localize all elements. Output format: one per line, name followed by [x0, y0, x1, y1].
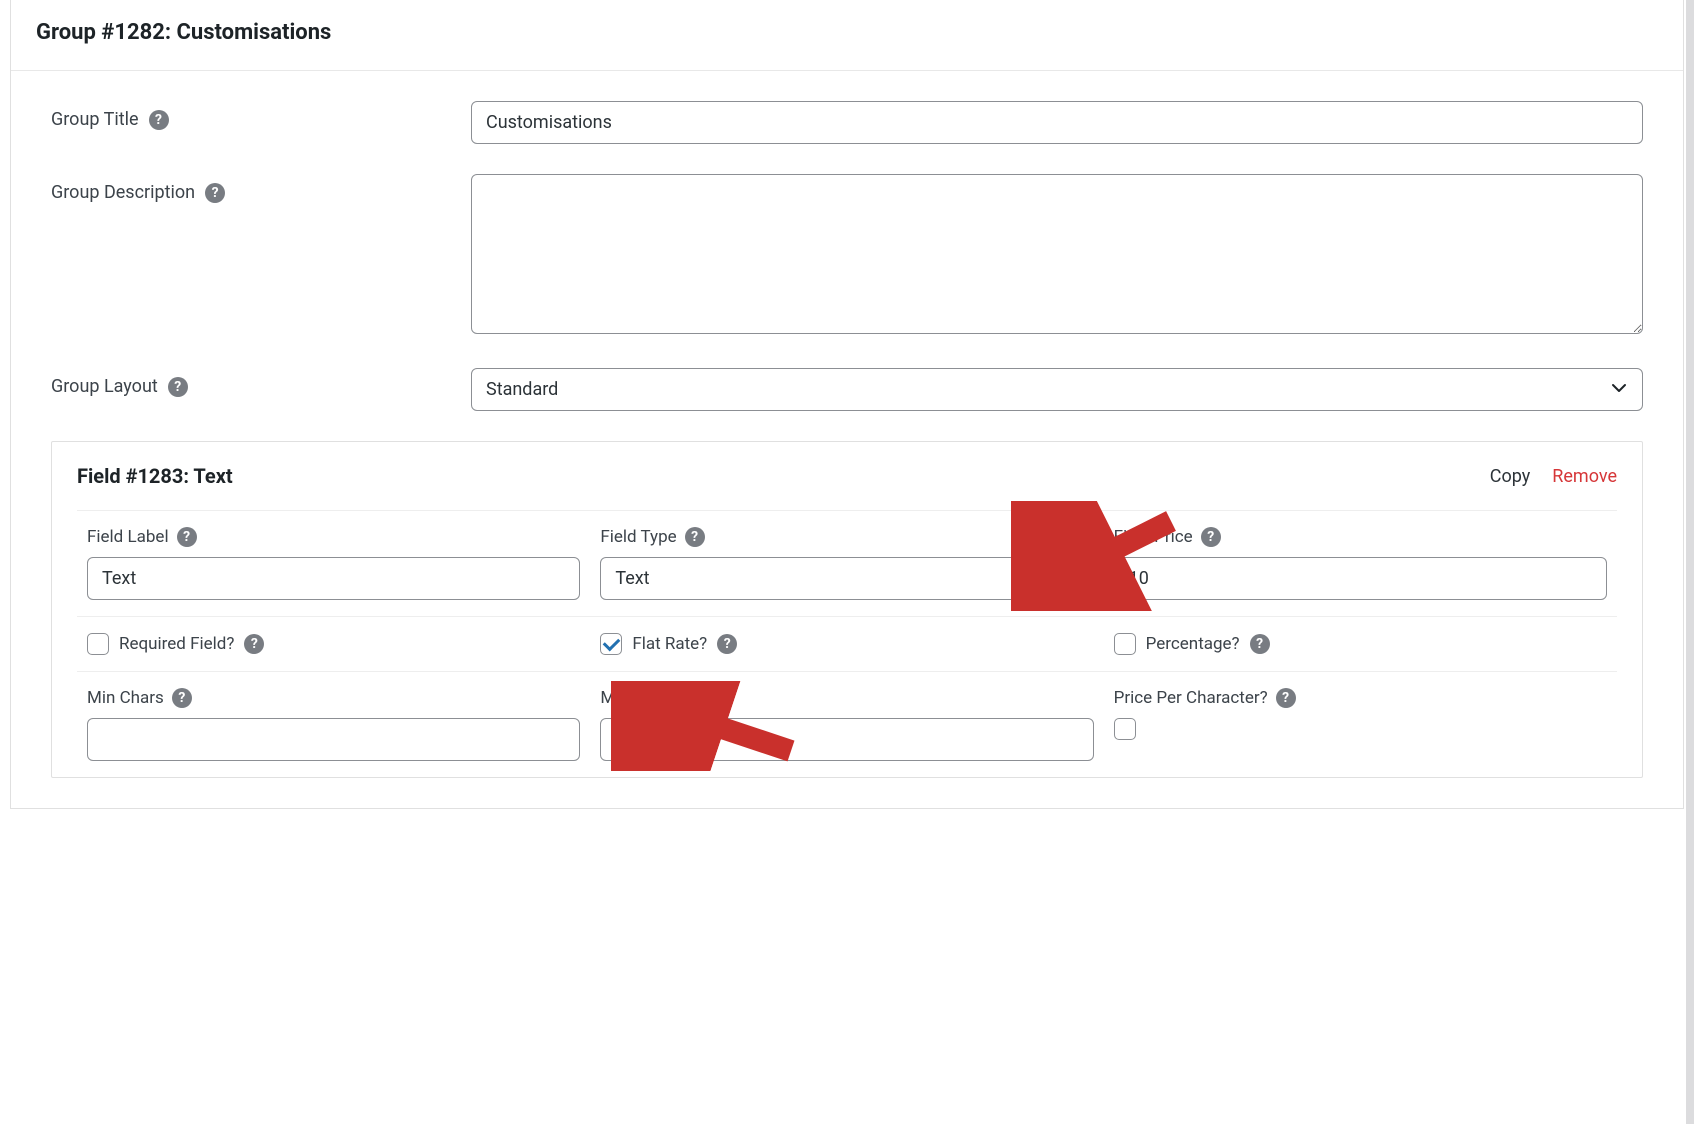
label-max-chars: Max Chars — [600, 688, 681, 708]
label-group-layout: Group Layout ? — [51, 368, 471, 397]
cell-price-per-char: Price Per Character? ? — [1104, 671, 1617, 777]
help-icon[interactable]: ? — [689, 688, 709, 708]
field-type-select[interactable]: Text — [600, 557, 1093, 600]
group-description-input[interactable] — [471, 174, 1643, 334]
label-percentage: Percentage? — [1146, 634, 1240, 654]
label-group-description: Group Description ? — [51, 174, 471, 203]
label-field-price: Field Price — [1114, 527, 1193, 547]
label-price-per-char: Price Per Character? — [1114, 688, 1268, 708]
row-group-description: Group Description ? — [51, 174, 1643, 338]
help-icon[interactable]: ? — [717, 634, 737, 654]
field-panel: Field #1283: Text Copy Remove Field Labe… — [51, 441, 1643, 778]
help-icon[interactable]: ? — [685, 527, 705, 547]
label-flat-rate: Flat Rate? — [632, 634, 707, 654]
field-header: Field #1283: Text Copy Remove — [52, 442, 1642, 510]
group-header: Group #1282: Customisations — [11, 0, 1683, 71]
max-chars-input[interactable] — [600, 718, 1093, 761]
field-price-input[interactable] — [1114, 557, 1607, 600]
min-chars-input[interactable] — [87, 718, 580, 761]
label-group-title: Group Title ? — [51, 101, 471, 130]
help-icon[interactable]: ? — [244, 634, 264, 654]
required-checkbox[interactable] — [87, 633, 109, 655]
row-group-layout: Group Layout ? Standard — [51, 368, 1643, 411]
group-title-input[interactable] — [471, 101, 1643, 144]
help-icon[interactable]: ? — [1250, 634, 1270, 654]
price-per-char-checkbox[interactable] — [1114, 718, 1136, 740]
help-icon[interactable]: ? — [205, 183, 225, 203]
cell-required: Required Field? ? — [77, 616, 590, 671]
cell-max-chars: Max Chars ? — [590, 671, 1103, 777]
copy-button[interactable]: Copy — [1490, 466, 1531, 487]
group-layout-select[interactable]: Standard — [471, 368, 1643, 411]
field-label-input[interactable] — [87, 557, 580, 600]
help-icon[interactable]: ? — [149, 110, 169, 130]
cell-flat-rate: Flat Rate? ? — [590, 616, 1103, 671]
label-min-chars: Min Chars — [87, 688, 164, 708]
remove-button[interactable]: Remove — [1552, 466, 1617, 487]
cell-min-chars: Min Chars ? — [77, 671, 590, 777]
help-icon[interactable]: ? — [177, 527, 197, 547]
cell-percentage: Percentage? ? — [1104, 616, 1617, 671]
row-group-title: Group Title ? — [51, 101, 1643, 144]
percentage-checkbox[interactable] — [1114, 633, 1136, 655]
cell-field-price: Field Price ? — [1104, 510, 1617, 616]
label-field-type: Field Type — [600, 527, 676, 547]
label-group-layout-text: Group Layout — [51, 376, 158, 397]
group-body: Group Title ? Group Description ? Group … — [11, 71, 1683, 808]
help-icon[interactable]: ? — [1276, 688, 1296, 708]
label-group-title-text: Group Title — [51, 109, 139, 130]
field-actions: Copy Remove — [1490, 466, 1617, 487]
help-icon[interactable]: ? — [168, 377, 188, 397]
label-group-description-text: Group Description — [51, 182, 195, 203]
help-icon[interactable]: ? — [1201, 527, 1221, 547]
cell-field-label: Field Label ? — [77, 510, 590, 616]
flat-rate-checkbox[interactable] — [600, 633, 622, 655]
label-field-label: Field Label — [87, 527, 169, 547]
help-icon[interactable]: ? — [172, 688, 192, 708]
window-scrollbar-region — [1686, 0, 1694, 1124]
group-panel: Group #1282: Customisations Group Title … — [10, 0, 1684, 809]
group-header-title: Group #1282: Customisations — [36, 20, 331, 45]
cell-field-type: Field Type ? Text — [590, 510, 1103, 616]
label-required: Required Field? — [119, 634, 234, 654]
field-header-title: Field #1283: Text — [77, 464, 233, 488]
